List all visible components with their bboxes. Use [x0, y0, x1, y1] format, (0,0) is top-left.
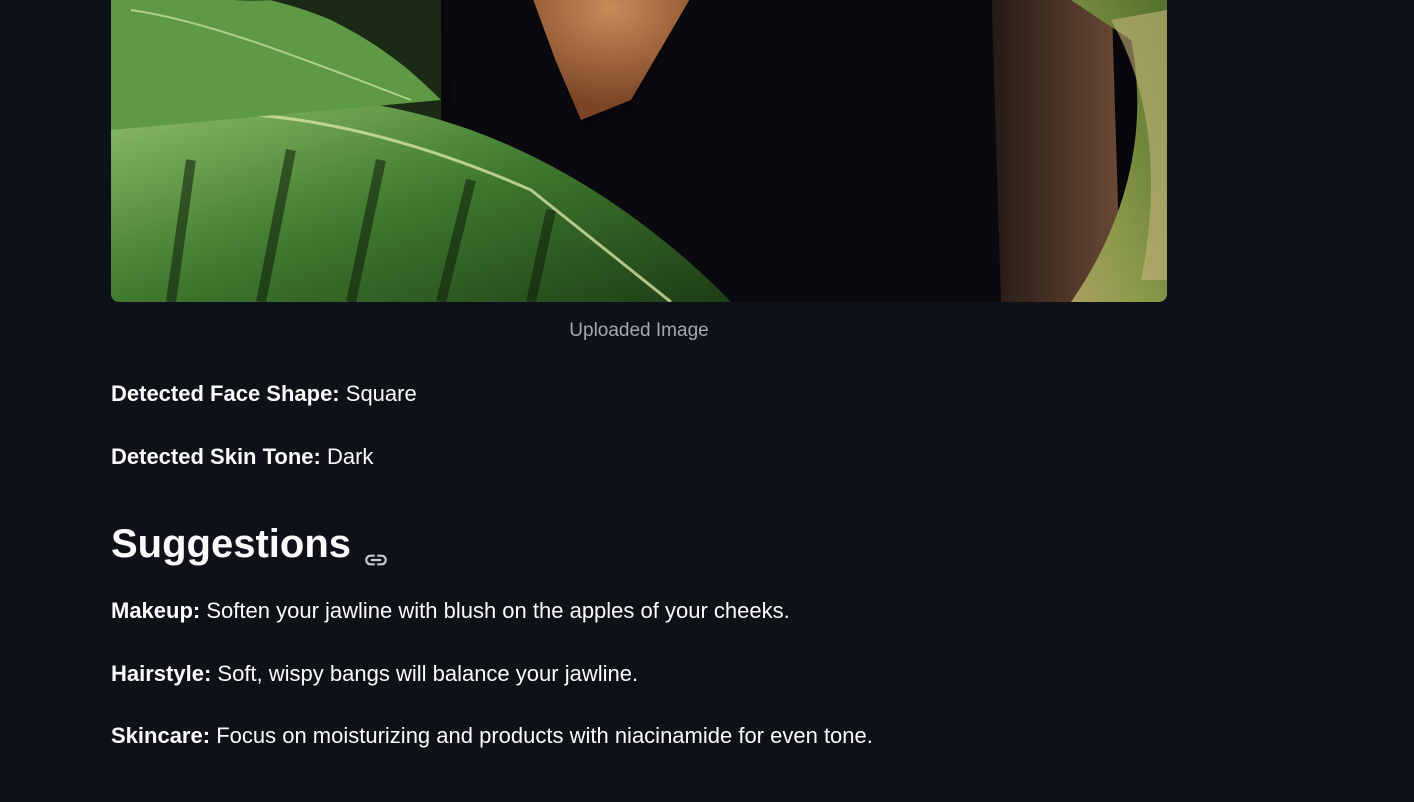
hairstyle-suggestion: Hairstyle: Soft, wispy bangs will balanc… [111, 660, 638, 688]
hairstyle-label: Hairstyle: [111, 661, 212, 686]
skin-tone-value: Dark [326, 444, 374, 469]
skincare-text: Focus on moisturizing and products with … [216, 723, 873, 748]
app-main: Uploaded Image Detected Face Shape: Squa… [0, 0, 1414, 802]
uploaded-image-photo [111, 0, 1167, 302]
makeup-text: Soften your jawline with blush on the ap… [206, 598, 790, 623]
makeup-suggestion: Makeup: Soften your jawline with blush o… [111, 597, 790, 625]
makeup-label: Makeup: [111, 598, 201, 623]
link-icon[interactable] [363, 535, 389, 566]
suggestions-heading: Suggestions [111, 519, 389, 569]
suggestions-heading-text: Suggestions [111, 522, 352, 566]
face-shape-value: Square [345, 381, 417, 406]
skin-tone-result: Detected Skin Tone: Dark [111, 443, 373, 471]
face-shape-label: Detected Face Shape: [111, 381, 340, 406]
image-caption: Uploaded Image [569, 320, 709, 341]
hairstyle-text: Soft, wispy bangs will balance your jawl… [217, 661, 639, 686]
skincare-label: Skincare: [111, 723, 211, 748]
face-shape-result: Detected Face Shape: Square [111, 380, 417, 408]
skincare-suggestion: Skincare: Focus on moisturizing and prod… [111, 722, 873, 750]
uploaded-image [111, 0, 1167, 302]
skin-tone-label: Detected Skin Tone: [111, 444, 321, 469]
